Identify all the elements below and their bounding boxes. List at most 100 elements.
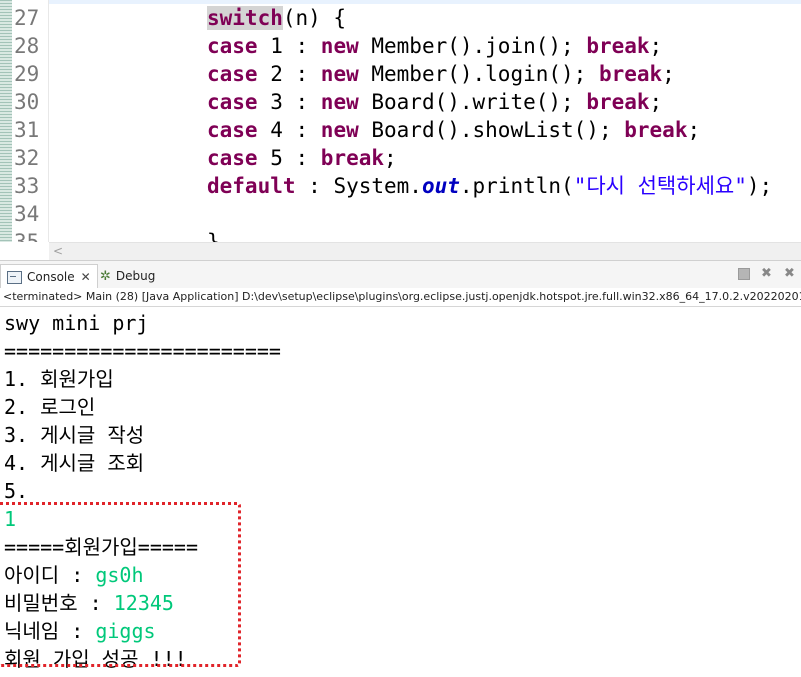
console-line: 4. 게시글 조회 [4, 449, 144, 477]
remove-all-icon: ✖ [784, 266, 795, 281]
line-number: 29 [14, 62, 40, 86]
code-token: case [207, 90, 258, 114]
tab-debug[interactable]: ✲ Debug [96, 264, 159, 288]
code-token: 3 : [257, 90, 321, 114]
code-token: 1 : [257, 34, 321, 58]
stop-icon [737, 267, 750, 280]
code-editor[interactable]: 27 switch(n) { 28 case 1 : new Member().joi… [0, 0, 801, 242]
code-line: 33 default : System.out.println("다시 선택하세요… [0, 172, 801, 200]
output-text: 4. 게시글 조회 [4, 451, 145, 475]
console-icon [7, 270, 22, 284]
code-text: case 1 : new Member().join(); break; [207, 32, 662, 60]
eclipse-window: 27 switch(n) { 28 case 1 : new Member().joi… [0, 0, 801, 677]
code-token: ; [662, 62, 675, 86]
code-line: 28 case 1 : new Member().join(); break; [0, 32, 801, 60]
code-token: ); [746, 174, 773, 198]
line-number: 30 [14, 90, 40, 114]
close-icon[interactable]: ✕ [81, 270, 91, 284]
code-token: case [207, 62, 258, 86]
code-token: switch [207, 6, 283, 30]
remove-all-terminated-button[interactable]: ✖ [782, 266, 797, 281]
code-token: new [320, 90, 359, 114]
output-text: 3. 게시글 작성 [4, 423, 145, 447]
code-text: case 4 : new Board().showList(); break; [207, 116, 700, 144]
code-text: default : System.out.println("다시 선택하세요")… [207, 172, 772, 200]
code-token: new [320, 34, 359, 58]
code-token: break [320, 146, 385, 170]
code-token: case [207, 146, 258, 170]
console-process-label: <terminated> Main (28) [Java Application… [0, 288, 801, 307]
code-token: new [320, 62, 359, 86]
line-number: 31 [14, 118, 40, 142]
code-text: case 2 : new Member().login(); break; [207, 60, 675, 88]
console-line: 1. 회원가입 [4, 365, 114, 393]
code-token: break [586, 34, 650, 58]
code-token: 4 : [257, 118, 321, 142]
code-token: Board().showList(); [358, 118, 625, 142]
code-token: 5 : [257, 146, 321, 170]
code-text: case 3 : new Board().write(); break; [207, 88, 662, 116]
debug-icon: ✲ [100, 268, 111, 284]
tab-debug-label: Debug [115, 269, 156, 283]
code-line: 32 case 5 : break; [0, 144, 801, 172]
code-line: 29 case 2 : new Member().login(); break; [0, 60, 801, 88]
remove-launch-icon: ✖ [761, 266, 772, 281]
output-text: 2. 로그인 [4, 395, 96, 419]
code-text: switch(n) { [207, 4, 346, 32]
code-token: break [598, 62, 663, 86]
code-token: ; [649, 34, 663, 58]
line-number: 32 [14, 146, 40, 170]
view-tab-bar: Console ✕ ✲ Debug ✖ ✖ [0, 260, 801, 289]
code-token: "다시 선택하세요" [573, 174, 747, 198]
line-number: 28 [14, 34, 40, 58]
code-token: Board().write(); [358, 90, 587, 114]
line-number: 35 [14, 230, 40, 242]
code-token: Member().join(); [358, 34, 587, 58]
code-token: 2 : [257, 62, 321, 86]
code-token: case [207, 118, 258, 142]
code-token: : System. [295, 174, 422, 198]
output-text: 1. 회원가입 [4, 367, 114, 391]
output-text: 5. [4, 479, 29, 503]
code-token: (n) { [282, 6, 347, 30]
code-line: 30 case 3 : new Board().write(); break; [0, 88, 801, 116]
terminate-button[interactable] [736, 266, 751, 281]
code-text: } [207, 228, 220, 242]
code-text: case 5 : break; [207, 144, 397, 172]
highlight-annotation-box [0, 502, 241, 667]
line-number: 34 [14, 202, 40, 226]
console-line: ======================= [4, 337, 281, 365]
code-token: .println( [459, 174, 574, 198]
line-number: 27 [14, 6, 40, 30]
code-line: 31 case 4 : new Board().showList(); break… [0, 116, 801, 144]
output-text: ======================= [4, 339, 281, 363]
console-line: 3. 게시글 작성 [4, 421, 144, 449]
output-text: swy mini prj [4, 311, 149, 335]
code-token: case [207, 34, 258, 58]
code-token: break [624, 118, 688, 142]
code-token: break [586, 90, 650, 114]
code-line: 34 [0, 200, 801, 228]
tab-console[interactable]: Console ✕ [0, 264, 98, 289]
code-token: ; [649, 90, 663, 114]
console-toolbar: ✖ ✖ [736, 266, 797, 281]
code-token: Member().login(); [358, 62, 599, 86]
editor-horizontal-scrollbar[interactable]: < [49, 242, 801, 260]
scroll-left-icon[interactable]: < [53, 243, 63, 260]
console-line: 5. [4, 477, 28, 505]
code-token: ; [384, 146, 397, 170]
code-token: new [320, 118, 359, 142]
code-token: ; [687, 118, 701, 142]
editor-scroll-corner [0, 242, 49, 260]
console-line: swy mini prj [4, 309, 149, 337]
code-token: } [207, 230, 220, 242]
console-output[interactable]: swy mini prj ======================= 1. 회원… [0, 307, 801, 677]
tab-console-label: Console [27, 270, 75, 284]
code-token: out [421, 174, 460, 198]
console-line: 2. 로그인 [4, 393, 95, 421]
code-line: 35} [0, 228, 801, 242]
remove-launch-button[interactable]: ✖ [759, 266, 774, 281]
line-number: 33 [14, 174, 40, 198]
code-token: default [207, 174, 296, 198]
code-line: 27 switch(n) { [0, 4, 801, 32]
